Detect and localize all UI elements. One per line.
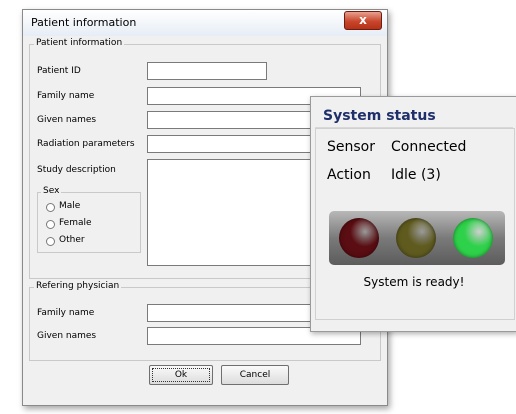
- green-light-icon: [453, 218, 493, 258]
- red-light-icon: [339, 218, 379, 258]
- system-status-window: System status Sensor Connected Action Id…: [310, 96, 516, 332]
- yellow-light-icon: [396, 218, 436, 258]
- family-name-label: Family name: [37, 91, 95, 101]
- female-radio[interactable]: [46, 220, 55, 229]
- given-names-label: Given names: [37, 115, 97, 125]
- sex-legend: Sex: [41, 186, 62, 196]
- physician-given-names-label: Given names: [37, 331, 97, 341]
- dialog-title: Patient information: [31, 16, 137, 29]
- cancel-button[interactable]: Cancel: [221, 365, 289, 385]
- traffic-light: [329, 211, 505, 265]
- male-radio[interactable]: [46, 203, 55, 212]
- system-status-title-bar: System status: [315, 101, 513, 128]
- female-label: Female: [59, 218, 92, 228]
- other-label: Other: [59, 235, 85, 245]
- sensor-value: Connected: [391, 139, 467, 155]
- title-bar: Patient information x: [23, 10, 387, 36]
- patient-id-label: Patient ID: [37, 66, 81, 76]
- ok-button[interactable]: Ok: [149, 365, 213, 385]
- patient-id-input[interactable]: [147, 62, 267, 80]
- male-label: Male: [59, 201, 81, 211]
- refering-physician-legend: Refering physician: [34, 281, 122, 291]
- study-description-label: Study description: [37, 165, 116, 175]
- action-value: Idle (3): [391, 167, 441, 183]
- other-radio[interactable]: [46, 237, 55, 246]
- patient-information-legend: Patient information: [34, 38, 125, 48]
- action-label: Action: [327, 167, 371, 183]
- sensor-label: Sensor: [327, 139, 375, 155]
- radiation-parameters-label: Radiation parameters: [37, 139, 135, 149]
- status-message: System is ready!: [363, 275, 465, 289]
- close-button[interactable]: x: [344, 11, 382, 30]
- system-status-title: System status: [323, 108, 436, 124]
- physician-family-name-label: Family name: [37, 308, 95, 318]
